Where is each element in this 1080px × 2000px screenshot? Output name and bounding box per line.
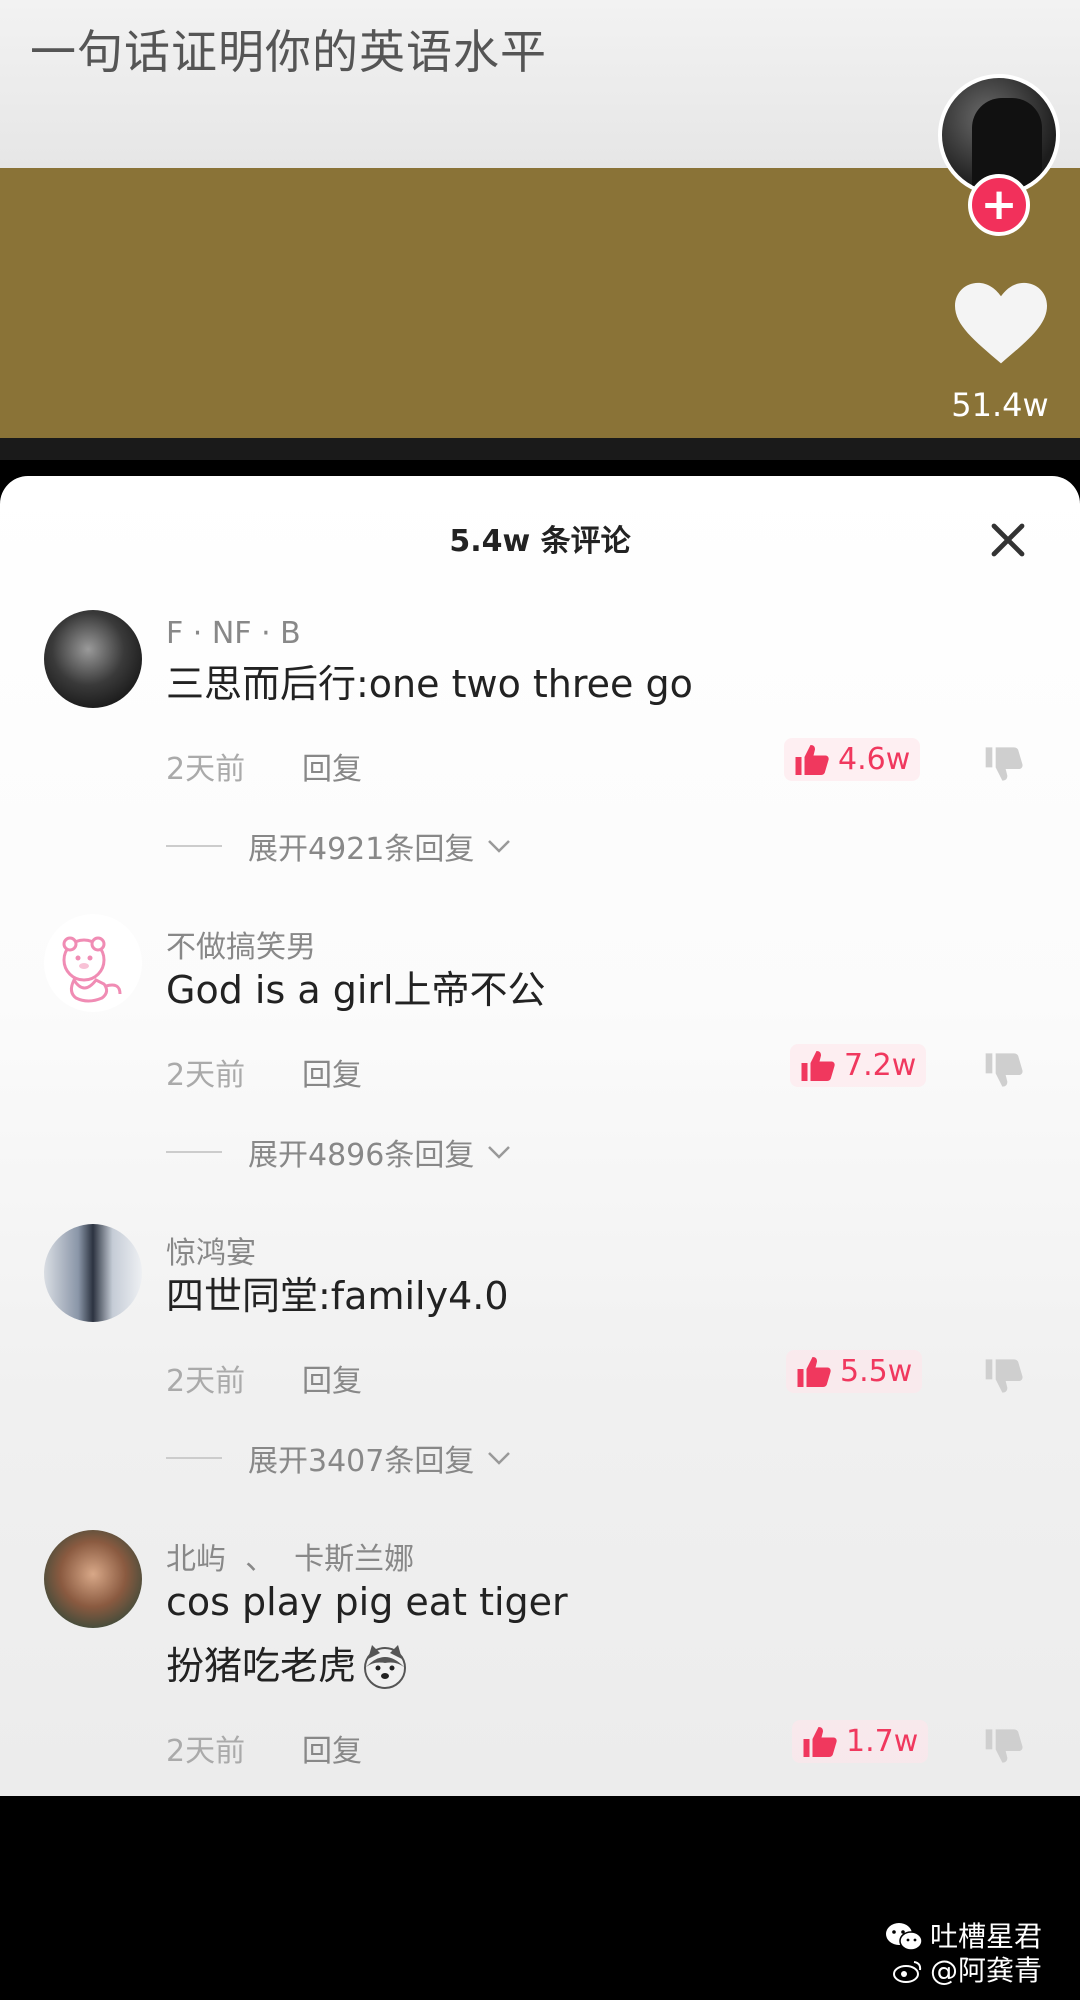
- comment-text-line2: 扮猪吃老虎: [166, 1644, 357, 1688]
- avatar[interactable]: [44, 610, 142, 708]
- comment-time: 2天前: [166, 1734, 246, 1769]
- expand-replies-label: 展开4896条回复: [248, 1138, 475, 1173]
- chevron-down-icon: [488, 1146, 511, 1159]
- comments-sheet: 5.4w 条评论 F · NF · B 三思而后行:one two three …: [0, 476, 1080, 1796]
- comment-time: 2天前: [166, 1058, 246, 1093]
- divider: [166, 845, 222, 847]
- watermark-line2: @阿龚青: [930, 1954, 1043, 1987]
- comment-time: 2天前: [166, 752, 246, 787]
- reply-button[interactable]: 回复: [302, 1050, 362, 1094]
- cartoon-bear-icon: [62, 936, 122, 1003]
- like-count-label: 1.7w: [846, 1724, 919, 1759]
- comments-count-header: 5.4w 条评论: [449, 524, 631, 559]
- video-frame: [0, 168, 1080, 460]
- divider: [166, 1457, 222, 1459]
- heart-icon[interactable]: [955, 282, 1047, 368]
- comment-text: cos play pig eat tiger: [166, 1580, 568, 1624]
- thumbs-down-icon[interactable]: [984, 1050, 1024, 1090]
- video-title: 一句话证明你的英语水平: [30, 25, 547, 79]
- close-icon[interactable]: [988, 520, 1028, 560]
- comment-time: 2天前: [166, 1364, 246, 1399]
- comment-text: 扮猪吃老虎: [166, 1634, 410, 1698]
- chevron-down-icon: [488, 1452, 511, 1465]
- watermark-line1: 吐槽星君: [930, 1920, 1043, 1953]
- thumbs-up-icon: [803, 1726, 837, 1757]
- avatar[interactable]: [44, 914, 142, 1012]
- like-count-label: 5.5w: [840, 1354, 913, 1389]
- comment-text: 三思而后行:one two three go: [166, 662, 693, 706]
- thumbs-down-icon[interactable]: [984, 1726, 1024, 1766]
- thumbs-up-icon: [801, 1050, 835, 1081]
- chevron-down-icon: [488, 840, 511, 853]
- expand-replies-label: 展开3407条回复: [248, 1444, 475, 1479]
- like-button[interactable]: 4.6w: [784, 738, 921, 781]
- thumbs-up-icon: [795, 744, 829, 775]
- like-button[interactable]: 5.5w: [786, 1350, 923, 1393]
- husky-emoji-icon: [364, 1645, 407, 1689]
- expand-replies[interactable]: 展开3407条回复: [166, 1436, 512, 1480]
- avatar[interactable]: [44, 1224, 142, 1322]
- watermark-row: @阿龚青: [892, 1954, 1042, 1988]
- expand-replies[interactable]: 展开4921条回复: [166, 824, 512, 868]
- divider: [166, 1151, 222, 1153]
- video-top-area: 一句话证明你的英语水平: [0, 0, 1080, 170]
- follow-button[interactable]: +: [968, 174, 1030, 236]
- reply-button[interactable]: 回复: [302, 1726, 362, 1770]
- watermark: 吐槽星君 @阿龚青: [884, 1920, 1042, 1988]
- thumbs-down-icon[interactable]: [984, 1356, 1024, 1396]
- expand-replies-label: 展开4921条回复: [248, 832, 475, 867]
- like-count: 51.4w: [951, 386, 1049, 424]
- comment-text: 四世同堂:family4.0: [166, 1274, 509, 1318]
- reply-button[interactable]: 回复: [302, 744, 362, 788]
- like-button[interactable]: 7.2w: [790, 1044, 927, 1087]
- comment-text: God is a girl上帝不公: [166, 968, 546, 1012]
- reply-button[interactable]: 回复: [302, 1356, 362, 1400]
- like-count-label: 4.6w: [838, 742, 911, 777]
- thumbs-up-icon: [797, 1356, 831, 1387]
- expand-replies[interactable]: 展开4896条回复: [166, 1130, 512, 1174]
- like-count-label: 7.2w: [844, 1048, 917, 1083]
- like-button[interactable]: 1.7w: [792, 1720, 929, 1763]
- watermark-row: 吐槽星君: [884, 1920, 1042, 1954]
- avatar[interactable]: [44, 1530, 142, 1628]
- thumbs-down-icon[interactable]: [984, 744, 1024, 784]
- weibo-icon: [893, 1961, 922, 1983]
- comment-username[interactable]: F · NF · B: [166, 616, 301, 651]
- wechat-icon: [886, 1923, 923, 1951]
